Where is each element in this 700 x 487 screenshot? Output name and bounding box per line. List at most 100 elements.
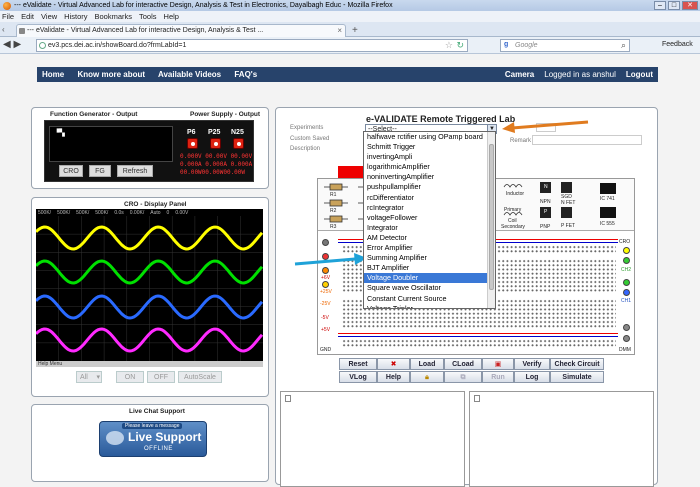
dropdown-scrollbar[interactable] bbox=[487, 132, 495, 308]
cro-on-button[interactable]: ON bbox=[116, 371, 144, 383]
minimize-button[interactable]: – bbox=[654, 1, 666, 10]
ps-p25-knob[interactable] bbox=[210, 138, 221, 149]
cro-ch3-jack[interactable] bbox=[623, 279, 630, 286]
dropdown-option[interactable]: invertingAmpli bbox=[364, 152, 495, 162]
new-tab-button[interactable]: + bbox=[352, 25, 358, 36]
experiments-dropdown-list[interactable]: halfwave rctifier using OPamp board Schmi… bbox=[363, 131, 496, 309]
cro-help-menu[interactable]: Help Menu bbox=[36, 361, 263, 367]
cro-screen[interactable] bbox=[34, 216, 264, 361]
maximize-button[interactable]: □ bbox=[668, 1, 680, 10]
dropdown-option[interactable]: Square wave Oscillator bbox=[364, 283, 495, 293]
dmm-jack-2[interactable] bbox=[623, 335, 630, 342]
remark-field[interactable] bbox=[532, 135, 642, 145]
dropdown-option[interactable]: Voltage Doubler bbox=[364, 273, 495, 284]
label-gnd: GND bbox=[320, 347, 332, 353]
dropdown-option[interactable]: pushpullamplifier bbox=[364, 182, 495, 192]
dropdown-option[interactable]: AM Detector bbox=[364, 233, 495, 243]
chat-bubble-icon bbox=[106, 431, 124, 445]
ps-p6-knob[interactable] bbox=[187, 138, 198, 149]
menu-file[interactable]: File bbox=[2, 12, 14, 21]
dropdown-option[interactable]: logarithmicAmplifier bbox=[364, 162, 495, 172]
lock-button[interactable]: 🔒︎ bbox=[410, 371, 444, 383]
nav-camera[interactable]: Camera bbox=[505, 70, 534, 79]
nav-faqs[interactable]: FAQ's bbox=[234, 70, 257, 79]
window-title: --- eValidate - Virtual Advanced Lab for… bbox=[14, 2, 393, 9]
ps-n25-knob[interactable] bbox=[233, 138, 244, 149]
help-button[interactable]: Help bbox=[377, 371, 410, 383]
dmm-jack-1[interactable] bbox=[623, 324, 630, 331]
fg-button[interactable]: FG bbox=[89, 165, 111, 177]
nav-videos[interactable]: Available Videos bbox=[158, 70, 221, 79]
bookmark-star-icon[interactable]: ☆ bbox=[445, 40, 453, 51]
reload-icon[interactable]: ↻ bbox=[456, 40, 464, 51]
cro-panel-title: CRO - Display Panel bbox=[124, 201, 187, 208]
dropdown-option[interactable]: halfwave rctifier using OPamp board bbox=[364, 132, 495, 142]
label-primary: Primary bbox=[504, 207, 522, 213]
gnd-jack[interactable] bbox=[322, 239, 329, 246]
menu-edit[interactable]: Edit bbox=[21, 12, 34, 21]
scrollbar-thumb[interactable] bbox=[489, 144, 494, 290]
url-bar[interactable]: ev3.pcs.dei.ac.in/showBoard.do?frmLabId=… bbox=[36, 39, 468, 52]
dropdown-option[interactable]: Summing Amplifier bbox=[364, 253, 495, 263]
check-circuit-button[interactable]: Check Circuit bbox=[550, 358, 604, 370]
site-identity-icon[interactable] bbox=[39, 42, 46, 49]
label-nfet: N FET bbox=[561, 200, 576, 206]
minus25v-jack[interactable] bbox=[322, 281, 329, 288]
cro-button[interactable]: CRO bbox=[59, 165, 83, 177]
channel-select[interactable]: All ▾ bbox=[76, 371, 102, 383]
cload-button[interactable]: CLoad bbox=[444, 358, 482, 370]
search-box[interactable]: g Google ⌕ bbox=[500, 39, 630, 52]
plus25v-jack[interactable] bbox=[322, 267, 329, 274]
dropdown-option[interactable]: Constant Current Source bbox=[364, 294, 495, 304]
dropdown-option[interactable]: Schmitt Trigger bbox=[364, 142, 495, 152]
browser-tab[interactable]: --- eValidate - Virtual Advanced Lab for… bbox=[16, 24, 346, 37]
dropdown-option[interactable]: BJT Amplifier bbox=[364, 263, 495, 273]
dropdown-option[interactable]: rcDifferentiator bbox=[364, 193, 495, 203]
tab-scroll-icon[interactable]: ‹ bbox=[2, 25, 5, 34]
save-button[interactable]: ▣ bbox=[482, 358, 514, 370]
nav-logout[interactable]: Logout bbox=[626, 70, 653, 79]
nav-home[interactable]: Home bbox=[42, 70, 64, 79]
cro-readout-ch1: 500K/ bbox=[38, 209, 52, 216]
menu-bookmarks[interactable]: Bookmarks bbox=[95, 12, 133, 21]
feedback-button[interactable]: Feedback bbox=[662, 41, 693, 48]
cro-off-button[interactable]: OFF bbox=[147, 371, 175, 383]
refresh-button[interactable]: Refresh bbox=[117, 165, 153, 177]
live-support-button[interactable]: Please leave a message Live Support OFFL… bbox=[99, 421, 207, 457]
live-support-label: Live Support bbox=[128, 430, 202, 444]
fg-panel-title: Function Generator - Output bbox=[50, 111, 138, 118]
verify-button[interactable]: Verify bbox=[514, 358, 550, 370]
dropdown-option[interactable]: Error Amplifier bbox=[364, 243, 495, 253]
close-window-button[interactable]: ✕ bbox=[682, 1, 698, 10]
autoscale-button[interactable]: AutoScale bbox=[178, 371, 222, 383]
logged-in-text: Logged in as anshul bbox=[544, 70, 616, 79]
output-pane-left[interactable] bbox=[280, 391, 465, 487]
output-pane-right[interactable] bbox=[469, 391, 654, 487]
log-button[interactable]: Log bbox=[514, 371, 550, 383]
cro-ch1-jack[interactable] bbox=[623, 247, 630, 254]
label-minus25v: -25V bbox=[320, 301, 331, 307]
dropdown-option[interactable]: Integrator bbox=[364, 223, 495, 233]
tab-close-icon[interactable]: × bbox=[337, 26, 342, 35]
dropdown-option[interactable]: noninvertingAmplifier bbox=[364, 172, 495, 182]
nav-know-more[interactable]: Know more about bbox=[77, 70, 145, 79]
back-button[interactable]: ◀ ▶ bbox=[3, 39, 21, 50]
fg-display: ▝▚ bbox=[49, 126, 173, 162]
search-icon[interactable]: ⌕ bbox=[621, 40, 626, 51]
menu-tools[interactable]: Tools bbox=[139, 12, 157, 21]
dropdown-option[interactable]: voltageFollower bbox=[364, 213, 495, 223]
breadboard-bottom-rails[interactable] bbox=[342, 339, 616, 348]
vlog-button[interactable]: VLog bbox=[339, 371, 377, 383]
menu-view[interactable]: View bbox=[41, 12, 57, 21]
simulate-button[interactable]: Simulate bbox=[550, 371, 604, 383]
support-status: OFFLINE bbox=[144, 446, 173, 452]
cro-ch4-jack[interactable] bbox=[623, 289, 630, 296]
menu-help[interactable]: Help bbox=[164, 12, 179, 21]
menu-history[interactable]: History bbox=[64, 12, 87, 21]
load-button[interactable]: Load bbox=[410, 358, 444, 370]
reset-button[interactable]: Reset bbox=[339, 358, 377, 370]
delete-button[interactable]: ✖ bbox=[377, 358, 410, 370]
dropdown-option[interactable]: rcIntegrator bbox=[364, 203, 495, 213]
dropdown-option[interactable]: Voltage Tripler bbox=[364, 304, 495, 308]
cro-ch2-jack[interactable] bbox=[623, 257, 630, 264]
